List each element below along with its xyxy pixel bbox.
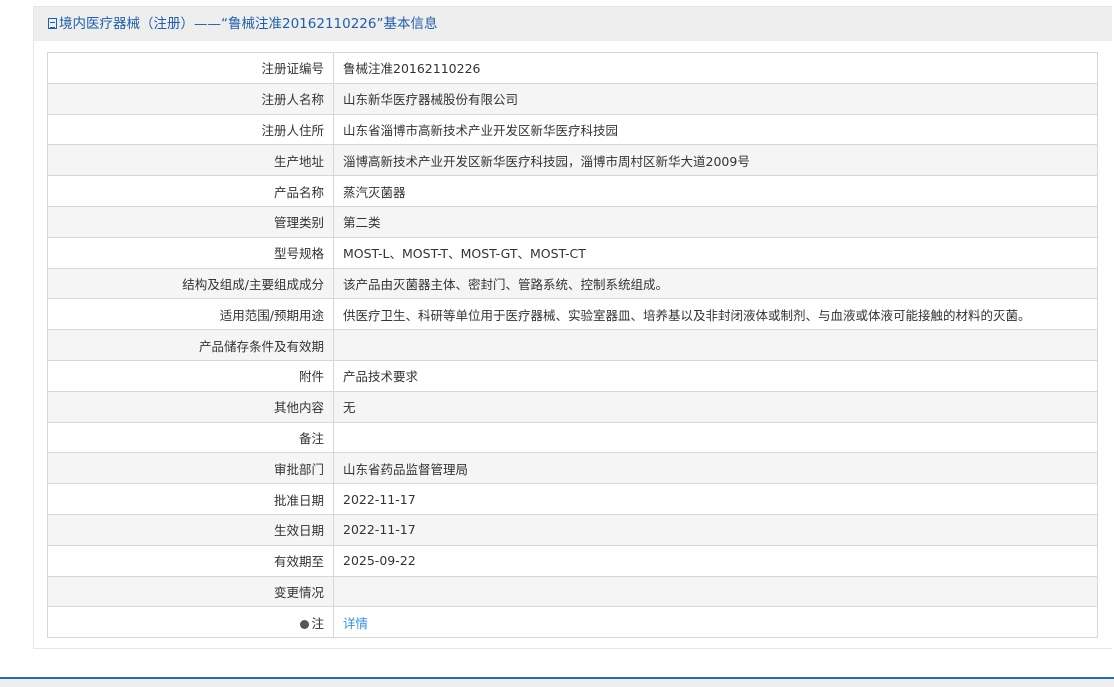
field-label: 注册人住所: [47, 113, 334, 146]
field-label: 有效期至: [47, 544, 334, 577]
field-value: 产品技术要求: [333, 359, 1098, 392]
field-label: 生效日期: [47, 513, 334, 546]
table-row: 注册人名称 山东新华医疗器械股份有限公司: [47, 82, 1098, 115]
field-value: [333, 329, 1098, 361]
field-value: 详情: [333, 606, 1098, 639]
table-row: 变更情况: [47, 575, 1098, 608]
field-label: 注册证编号: [47, 52, 334, 84]
field-value: 2022-11-17: [333, 483, 1098, 515]
field-label: 备注: [47, 421, 334, 454]
details-link[interactable]: 详情: [343, 616, 368, 631]
field-label: 型号规格: [47, 236, 334, 269]
field-value: 无: [333, 390, 1098, 423]
table-row: 产品名称 蒸汽灭菌器: [47, 175, 1098, 207]
field-label: 产品名称: [47, 175, 334, 207]
table-row: 产品储存条件及有效期: [47, 329, 1098, 361]
table-row: 注册人住所 山东省淄博市高新技术产业开发区新华医疗科技园: [47, 113, 1098, 146]
table-row: 注册证编号 鲁械注准20162110226: [47, 52, 1098, 84]
field-value: [333, 421, 1098, 454]
field-label: 产品储存条件及有效期: [47, 329, 334, 361]
field-value: 2025-09-22: [333, 544, 1098, 577]
info-table: 注册证编号 鲁械注准20162110226 注册人名称 山东新华医疗器械股份有限公司注…: [47, 52, 1098, 639]
table-row-note: 注 详情: [47, 606, 1098, 639]
table-row: 适用范围/预期用途 供医疗卫生、科研等单位用于医疗器械、实验室器皿、培养基以及非封…: [47, 298, 1098, 331]
table-row: 批准日期 2022-11-17: [47, 483, 1098, 515]
table-row: 生效日期 2022-11-17: [47, 513, 1098, 546]
field-label: 审批部门: [47, 452, 334, 485]
table-row: 附件 产品技术要求: [47, 359, 1098, 392]
table-row: 备注: [47, 421, 1098, 454]
table-row: 审批部门 山东省药品监督管理局: [47, 452, 1098, 485]
field-value: 鲁械注准20162110226: [333, 52, 1098, 84]
field-label: 注册人名称: [47, 82, 334, 115]
field-value: 该产品由灭菌器主体、密封门、管路系统、控制系统组成。: [333, 267, 1098, 300]
field-value: 山东省药品监督管理局: [333, 452, 1098, 485]
table-row: 有效期至 2025-09-22: [47, 544, 1098, 577]
field-label: 附件: [47, 359, 334, 392]
table-row: 生产地址 淄博高新技术产业开发区新华医疗科技园，淄博市周村区新华大道2009号: [47, 144, 1098, 177]
field-value: 蒸汽灭菌器: [333, 175, 1098, 207]
field-label: 变更情况: [47, 575, 334, 608]
info-panel: 境内医疗器械（注册）——“鲁械注准20162110226”基本信息 注册证编号鲁…: [33, 6, 1112, 649]
table-row: 结构及组成/主要组成成分 该产品由灭菌器主体、密封门、管路系统、控制系统组成。: [47, 267, 1098, 300]
table-row: 管理类别 第二类: [47, 205, 1098, 238]
panel-title: 境内医疗器械（注册）——“鲁械注准20162110226”基本信息: [59, 16, 438, 32]
field-label: 结构及组成/主要组成成分: [47, 267, 334, 300]
field-label: 管理类别: [47, 205, 334, 238]
field-value: 第二类: [333, 205, 1098, 238]
field-value: 供医疗卫生、科研等单位用于医疗器械、实验室器皿、培养基以及非封闭液体或制剂、与血…: [333, 298, 1098, 331]
table-row: 其他内容无: [47, 390, 1098, 423]
field-label: 生产地址: [47, 144, 334, 177]
document-icon: [48, 18, 57, 29]
page-footer: [0, 677, 1114, 687]
field-value: MOST-L、MOST-T、MOST-GT、MOST-CT: [333, 236, 1098, 269]
note-label: 注: [311, 615, 324, 631]
field-value: 山东省淄博市高新技术产业开发区新华医疗科技园: [333, 113, 1098, 146]
field-label: 适用范围/预期用途: [47, 298, 334, 331]
field-value: 山东新华医疗器械股份有限公司: [333, 82, 1098, 115]
field-label: 其他内容: [47, 390, 334, 423]
field-label: 注: [47, 606, 334, 639]
field-value: [333, 575, 1098, 608]
lightbulb-icon: [300, 619, 310, 629]
field-label: 批准日期: [47, 483, 334, 515]
field-value: 2022-11-17: [333, 513, 1098, 546]
field-value: 淄博高新技术产业开发区新华医疗科技园，淄博市周村区新华大道2009号: [333, 144, 1098, 177]
panel-header: 境内医疗器械（注册）——“鲁械注准20162110226”基本信息: [34, 7, 1112, 41]
table-row: 型号规格 MOST-L、MOST-T、MOST-GT、MOST-CT: [47, 236, 1098, 269]
